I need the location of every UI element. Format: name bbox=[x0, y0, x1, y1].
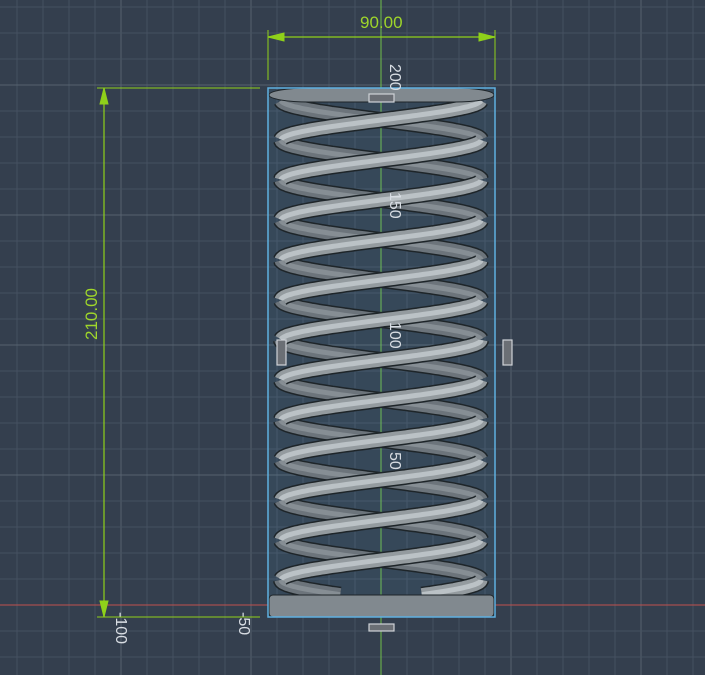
selection-box bbox=[267, 87, 496, 618]
arrow-right-icon bbox=[478, 32, 496, 42]
y-axis-label-100: 100 bbox=[386, 322, 403, 349]
arrow-left-icon bbox=[267, 32, 285, 42]
width-dimension-label[interactable]: 90.00 bbox=[360, 13, 403, 32]
height-dimension-label[interactable]: 210.00 bbox=[82, 288, 101, 340]
y-axis-label-200: 200 bbox=[386, 64, 403, 91]
y-axis-label-50: 50 bbox=[386, 452, 403, 470]
arrow-up-icon bbox=[99, 87, 109, 105]
arrow-down-icon bbox=[99, 600, 109, 618]
x-axis-label-minus-50: -50 bbox=[235, 612, 252, 636]
y-axis-label-150: 150 bbox=[386, 192, 403, 219]
x-axis-label-minus-100: -100 bbox=[112, 612, 129, 645]
cad-viewport[interactable] bbox=[0, 0, 705, 675]
